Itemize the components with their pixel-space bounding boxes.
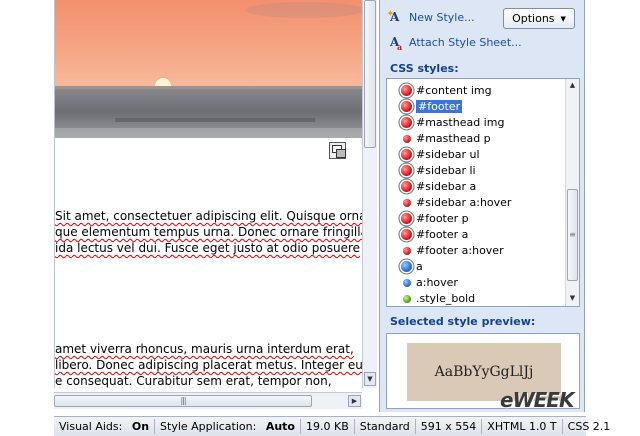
scroll-down-arrow-icon[interactable]: ▼ — [566, 292, 579, 305]
class-style-icon — [402, 294, 411, 303]
visual-aids-status[interactable]: Visual Aids: On — [54, 419, 156, 434]
css-styles-heading: CSS styles: — [390, 62, 459, 75]
scroll-right-arrow-icon[interactable]: ▶ — [348, 395, 361, 407]
style-item[interactable]: #footer a — [401, 227, 468, 242]
design-view[interactable]: Sit amet, consectetuer adipiscing elit. … — [54, 0, 362, 388]
options-label: Options — [512, 12, 555, 25]
eweek-watermark-logo: eWEEK — [500, 388, 574, 412]
attach-style-sheet-label: Attach Style Sheet... — [409, 35, 522, 49]
style-rule-icon — [401, 213, 412, 224]
style-item[interactable]: a:hover — [401, 275, 458, 290]
paragraph-line: e consequat. Curabitur sem erat, tempor … — [55, 374, 332, 388]
style-rule-icon — [401, 101, 412, 112]
paragraph-line: Sit amet, consectetuer adipiscing elit. … — [55, 209, 362, 223]
body-paragraph-1[interactable]: Sit amet, consectetuer adipiscing elit. … — [55, 208, 362, 256]
styles-list-scrollbar[interactable]: ▲ ≡ ▼ — [565, 79, 579, 306]
style-rule-icon — [401, 117, 412, 128]
new-style-icon: A ✦ — [387, 8, 400, 24]
scroll-down-arrow-icon[interactable]: ▼ — [364, 372, 376, 386]
style-item-selected[interactable]: #footer — [401, 99, 463, 114]
style-rule-icon — [401, 181, 412, 192]
new-style-label: New Style... — [409, 10, 475, 24]
style-item[interactable]: #footer a:hover — [401, 243, 504, 258]
paragraph-line: amet viverra rhoncus, mauris urna interd… — [55, 342, 354, 356]
style-item[interactable]: #masthead img — [401, 115, 504, 130]
style-item[interactable]: .style_bold — [401, 291, 475, 306]
options-dropdown-button[interactable]: Options ▼ — [503, 8, 575, 29]
new-style-link[interactable]: A ✦ New Style... — [387, 8, 475, 26]
style-rule-icon — [401, 149, 412, 160]
paragraph-line: ida lectus vel dui. Fusce eget justo at … — [55, 241, 361, 255]
file-size-status: 19.0 KB — [301, 419, 355, 434]
mode-status[interactable]: Standard — [355, 419, 416, 434]
design-vertical-scrollbar[interactable]: ▼ — [362, 0, 377, 388]
horizontal-scroll-thumb[interactable]: ||| — [54, 395, 312, 407]
dimensions-status[interactable]: 591 x 554 — [416, 419, 483, 434]
style-item[interactable]: #sidebar ul — [401, 147, 480, 162]
attach-style-sheet-icon: Aa — [390, 35, 403, 52]
style-item[interactable]: #sidebar li — [401, 163, 476, 178]
style-rule-unused-icon — [402, 246, 411, 255]
scroll-up-arrow-icon[interactable]: ▲ — [566, 79, 579, 92]
body-paragraph-2[interactable]: amet viverra rhoncus, mauris urna interd… — [55, 341, 362, 388]
css-version-status[interactable]: CSS 2.1 — [563, 419, 616, 434]
style-item[interactable]: #content img — [401, 83, 492, 98]
outer-margin — [586, 0, 640, 412]
element-style-icon — [401, 261, 412, 272]
style-rule-icon — [401, 165, 412, 176]
element-style-unused-icon — [402, 278, 411, 287]
paragraph-line: que elementum tempus urna. Donec ornare … — [55, 225, 362, 239]
styles-list-scroll-thumb[interactable]: ≡ — [567, 189, 578, 281]
paragraph-line: libero. Donec adipiscing placerat metus.… — [55, 358, 362, 372]
style-rule-icon — [401, 229, 412, 240]
design-horizontal-scrollbar[interactable]: ||| ▶ — [54, 392, 362, 409]
style-item[interactable]: a — [401, 259, 423, 274]
sunset-image[interactable] — [55, 0, 362, 138]
style-preview-heading: Selected style preview: — [390, 315, 536, 328]
style-item[interactable]: #footer p — [401, 211, 469, 226]
style-item[interactable]: #sidebar a — [401, 179, 476, 194]
chevron-down-icon: ▼ — [560, 14, 566, 23]
vertical-scroll-thumb[interactable] — [364, 0, 376, 148]
style-rule-unused-icon — [402, 134, 411, 143]
style-item[interactable]: #masthead p — [401, 131, 491, 146]
style-application-status[interactable]: Style Application: Auto — [155, 419, 301, 434]
style-rule-icon — [401, 85, 412, 96]
status-bar: Visual Aids: On Style Application: Auto … — [54, 416, 610, 436]
attach-style-sheet-link[interactable]: Aa Attach Style Sheet... — [390, 33, 522, 52]
manage-styles-panel: A ✦ New Style... Options ▼ Aa Attach Styl… — [379, 0, 585, 412]
image-smart-tag-icon[interactable] — [329, 142, 346, 159]
css-styles-list[interactable]: #content img #footer #masthead img #mast… — [386, 78, 580, 307]
style-rule-unused-icon — [402, 198, 411, 207]
doctype-status[interactable]: XHTML 1.0 T — [482, 419, 563, 434]
style-item[interactable]: #sidebar a:hover — [401, 195, 511, 210]
